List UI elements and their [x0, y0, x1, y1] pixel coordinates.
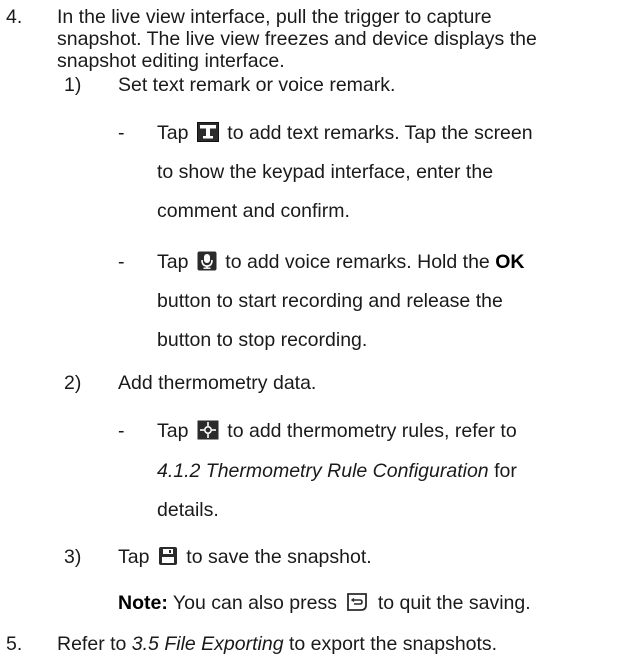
bullet-voice-remark-line-1: Tap to add voice remarks. Hold the OK	[157, 251, 524, 277]
step-4-line-1: In the live view interface, pull the tri…	[57, 6, 492, 28]
bullet-voice-remark-rest: to add voice remarks. Hold the	[225, 251, 490, 273]
bullet-text-remark-line-1: Tap to add text remarks. Tap the screen	[157, 122, 533, 148]
bullet-dash: -	[118, 420, 125, 442]
bullet-thermometry-line-3: details.	[157, 499, 219, 521]
bullet-thermometry-line-2: 4.1.2 Thermometry Rule Configuration for	[157, 460, 517, 483]
bullet-thermometry-line-1: Tap to add thermometry rules, refer to	[157, 420, 517, 446]
note: Note: You can also press to quit the sav…	[118, 592, 531, 618]
substep-number: 2)	[64, 372, 82, 394]
step-5-text: Refer to 3.5 File Exporting to export th…	[57, 633, 497, 656]
bullet-dash: -	[118, 251, 125, 273]
thermometry-rule-icon	[197, 420, 219, 446]
step-4-text: In the live view interface, pull the tri…	[57, 6, 537, 72]
section-reference-link[interactable]: 3.5 File Exporting	[132, 633, 284, 655]
substep-3-rest: to save the snapshot.	[186, 546, 372, 568]
substep-2-text: Add thermometry data.	[118, 372, 317, 394]
substep-3-text: Tap to save the snapshot.	[118, 546, 372, 572]
tap-word: Tap	[157, 122, 189, 144]
bullet-text-remark-line-3: comment and confirm.	[157, 200, 350, 222]
bullet-text-remark-line-2: to show the keypad interface, enter the	[157, 161, 494, 183]
tap-word: Tap	[118, 546, 150, 568]
substep-number: 3)	[64, 546, 82, 568]
bullet-dash: -	[118, 122, 125, 144]
manual-page: 4. In the live view interface, pull the …	[0, 0, 642, 668]
tap-word: Tap	[157, 251, 189, 273]
bullet-voice-remark-line-3: button to stop recording.	[157, 329, 368, 351]
microphone-icon	[197, 251, 217, 277]
tap-word: Tap	[157, 420, 189, 442]
save-icon	[158, 546, 178, 572]
text-icon	[196, 122, 219, 148]
ok-button-label: OK	[495, 251, 525, 273]
note-label: Note:	[118, 592, 168, 614]
step-number: 4.	[6, 6, 23, 28]
step-number: 5.	[6, 633, 23, 655]
back-icon	[345, 592, 369, 618]
bullet-voice-remark-line-2: button to start recording and release th…	[157, 290, 503, 312]
step-4-line-3: snapshot editing interface.	[57, 50, 285, 72]
step-5-pre: Refer to	[57, 633, 127, 655]
bullet-thermometry-ref-tail: for	[494, 460, 517, 482]
note-tail: to quit the saving.	[377, 592, 531, 614]
step-5-post: to export the snapshots.	[288, 633, 498, 655]
bullet-text-remark-rest: to add text remarks. Tap the screen	[227, 122, 533, 144]
substep-1-text: Set text remark or voice remark.	[118, 74, 396, 96]
substep-number: 1)	[64, 74, 82, 96]
bullet-thermometry-rest: to add thermometry rules, refer to	[227, 420, 517, 442]
section-reference-link[interactable]: 4.1.2 Thermometry Rule Configuration	[157, 460, 489, 482]
step-4-line-2: snapshot. The live view freezes and devi…	[57, 28, 537, 50]
note-text: You can also press	[172, 592, 337, 614]
